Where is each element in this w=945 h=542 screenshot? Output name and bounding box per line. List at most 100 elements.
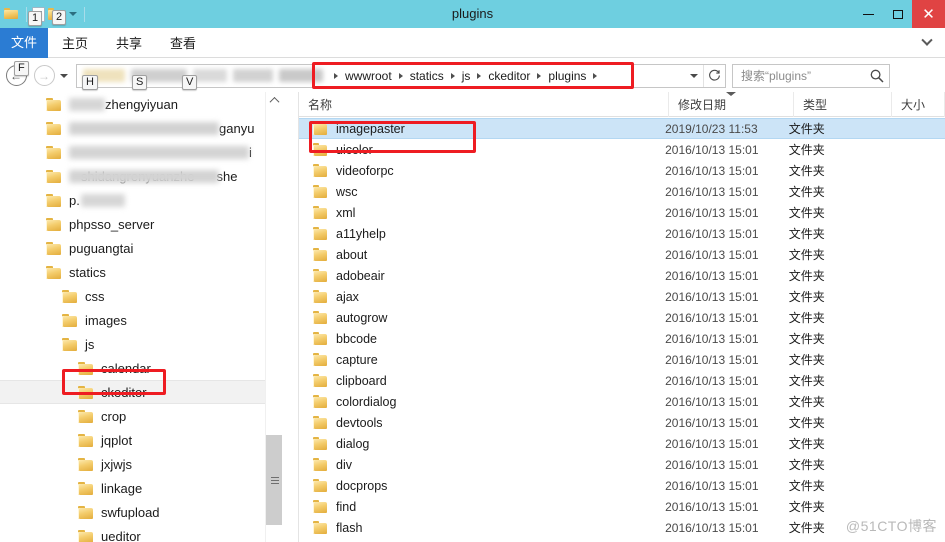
table-row[interactable]: uicolor 2016/10/13 15:01 文件夹 <box>299 139 945 160</box>
breadcrumb-separator-1[interactable] <box>394 73 408 79</box>
address-bar[interactable]: wwwroot statics js ckeditor plugins <box>76 63 726 88</box>
table-row[interactable]: div 2016/10/13 15:01 文件夹 <box>299 454 945 475</box>
forward-button[interactable]: → <box>32 64 56 88</box>
table-row[interactable]: dialog 2016/10/13 15:01 文件夹 <box>299 433 945 454</box>
expand-ribbon-button[interactable] <box>917 33 937 53</box>
tree-item-jqplot[interactable]: jqplot <box>0 428 282 452</box>
tree-item-crop[interactable]: crop <box>0 404 282 428</box>
redacted-breadcrumb-segment <box>233 69 273 82</box>
file-date-cell: 2016/10/13 15:01 <box>665 205 759 220</box>
column-header-date[interactable]: 修改日期 <box>669 92 794 117</box>
maximize-button[interactable] <box>883 0 912 28</box>
tree-item-jxjwjs[interactable]: jxjwjs <box>0 452 282 476</box>
tree-item-ganyu[interactable]: ganyu <box>0 116 282 140</box>
tree-item-label: ganyu <box>219 120 255 136</box>
table-row[interactable]: colordialog 2016/10/13 15:01 文件夹 <box>299 391 945 412</box>
tab-share[interactable]: 共享 <box>102 28 156 58</box>
table-row[interactable]: devtools 2016/10/13 15:01 文件夹 <box>299 412 945 433</box>
navigation-scrollbar[interactable] <box>265 92 282 542</box>
tree-item-ckeditor[interactable]: ckeditor <box>0 380 282 404</box>
breadcrumb-separator-5[interactable] <box>588 73 602 79</box>
breadcrumb-item-ckeditor[interactable]: ckeditor <box>486 69 532 83</box>
file-name-label: xml <box>336 205 356 220</box>
tree-item-js[interactable]: js <box>0 332 282 356</box>
table-row[interactable]: docprops 2016/10/13 15:01 文件夹 <box>299 475 945 496</box>
tab-file[interactable]: 文件 <box>0 28 48 58</box>
redacted-tree-label <box>69 145 249 159</box>
table-row[interactable]: capture 2016/10/13 15:01 文件夹 <box>299 349 945 370</box>
file-date-cell: 2016/10/13 15:01 <box>665 247 759 262</box>
customize-qat-caret-icon[interactable] <box>66 4 79 24</box>
tree-item-swfupload[interactable]: swfupload <box>0 500 282 524</box>
tree-item-zhengyiyuan[interactable]: zhengyiyuan <box>0 92 282 116</box>
scrollbar-thumb[interactable] <box>266 435 282 525</box>
breadcrumb-separator-0 <box>329 73 343 79</box>
tree-item-images[interactable]: images <box>0 308 282 332</box>
table-row[interactable]: a11yhelp 2016/10/13 15:01 文件夹 <box>299 223 945 244</box>
breadcrumb-item-js[interactable]: js <box>460 69 473 83</box>
breadcrumb-separator-4[interactable] <box>532 73 546 79</box>
tree-item-i[interactable]: i <box>0 140 282 164</box>
folder-icon <box>46 169 62 183</box>
scroll-up-button[interactable] <box>266 92 282 109</box>
file-type-cell: 文件夹 <box>788 248 825 262</box>
file-list-pane: 名称 修改日期 类型 大小 imagepaster 2019/10/23 11:53 文件… <box>299 92 945 542</box>
file-name-label: clipboard <box>336 373 387 388</box>
breadcrumb-item-plugins[interactable]: plugins <box>546 69 588 83</box>
keytip-file: F <box>14 61 29 76</box>
table-row[interactable]: imagepaster 2019/10/23 11:53 文件夹 <box>299 118 945 139</box>
table-row[interactable]: about 2016/10/13 15:01 文件夹 <box>299 244 945 265</box>
tree-item-phpsso_server[interactable]: phpsso_server <box>0 212 282 236</box>
tree-item-ueditor[interactable]: ueditor <box>0 524 282 542</box>
file-type-cell: 文件夹 <box>788 437 825 451</box>
table-row[interactable]: find 2016/10/13 15:01 文件夹 <box>299 496 945 517</box>
table-row[interactable]: videoforpc 2016/10/13 15:01 文件夹 <box>299 160 945 181</box>
file-type-cell: 文件夹 <box>788 416 825 430</box>
folder-icon <box>78 409 94 423</box>
table-row[interactable]: bbcode 2016/10/13 15:01 文件夹 <box>299 328 945 349</box>
breadcrumb-separator-3[interactable] <box>472 73 486 79</box>
tree-item-statics[interactable]: statics <box>0 260 282 284</box>
breadcrumb-separator-2[interactable] <box>446 73 460 79</box>
table-row[interactable]: autogrow 2016/10/13 15:01 文件夹 <box>299 307 945 328</box>
file-name-cell: colordialog <box>299 395 665 409</box>
folder-icon <box>313 185 328 198</box>
recent-locations-button[interactable] <box>56 65 72 87</box>
tree-item-label: linkage <box>101 480 143 496</box>
tree-item-linkage[interactable]: linkage <box>0 476 282 500</box>
tree-item-calendar[interactable]: calendar <box>0 356 282 380</box>
column-header-name[interactable]: 名称 <box>299 92 669 117</box>
close-button[interactable]: ✕ <box>912 0 945 28</box>
minimize-button[interactable] <box>854 0 883 28</box>
table-row[interactable]: wsc 2016/10/13 15:01 文件夹 <box>299 181 945 202</box>
folder-icon <box>46 97 62 111</box>
table-row[interactable]: adobeair 2016/10/13 15:01 文件夹 <box>299 265 945 286</box>
file-type-cell: 文件夹 <box>788 269 825 283</box>
folder-icon <box>78 505 94 519</box>
table-row[interactable]: xml 2016/10/13 15:01 文件夹 <box>299 202 945 223</box>
tree-item-puguangtai[interactable]: puguangtai <box>0 236 282 260</box>
folder-icon <box>313 290 328 303</box>
table-row[interactable]: ajax 2016/10/13 15:01 文件夹 <box>299 286 945 307</box>
previous-locations-caret-icon[interactable] <box>685 65 703 87</box>
tab-home[interactable]: 主页 <box>48 28 102 58</box>
column-header-type[interactable]: 类型 <box>794 92 892 117</box>
tree-item-p-[interactable]: p. <box>0 188 282 212</box>
tab-view[interactable]: 查看 <box>156 28 210 58</box>
folder-icon <box>313 311 328 324</box>
refresh-button[interactable] <box>703 64 725 87</box>
tree-item-css[interactable]: css <box>0 284 282 308</box>
breadcrumb-item-wwwroot[interactable]: wwwroot <box>343 69 394 83</box>
breadcrumb-item-statics[interactable]: statics <box>408 69 446 83</box>
tree-item-label: crop <box>101 408 127 424</box>
current-folder-icon[interactable] <box>4 6 21 23</box>
column-header-size[interactable]: 大小 <box>892 92 945 117</box>
file-type-cell: 文件夹 <box>788 374 825 388</box>
table-row[interactable]: clipboard 2016/10/13 15:01 文件夹 <box>299 370 945 391</box>
search-box[interactable]: 搜索“plugins” <box>732 63 890 88</box>
tree-item-she[interactable]: shidangrenyuanzheshe <box>0 164 282 188</box>
folder-icon <box>313 269 328 282</box>
search-input[interactable]: 搜索“plugins” <box>741 67 869 84</box>
redacted-tree-label <box>80 193 125 207</box>
file-type-cell: 文件夹 <box>788 185 825 199</box>
